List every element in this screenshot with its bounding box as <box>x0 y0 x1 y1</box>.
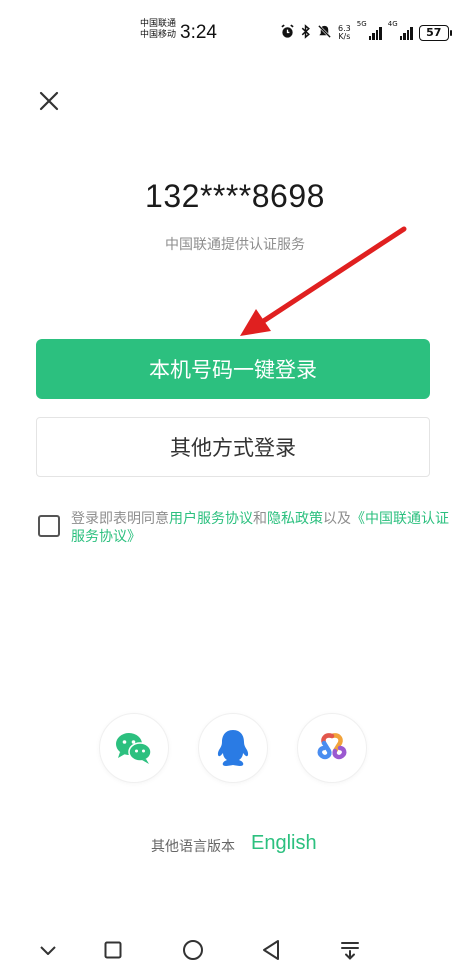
close-icon <box>39 91 59 111</box>
user-agreement-link[interactable]: 用户服务协议 <box>169 511 253 527</box>
qq-login-button[interactable] <box>199 714 267 782</box>
signal-4g: 4G <box>388 20 413 40</box>
agreement-checkbox[interactable] <box>38 515 60 537</box>
masked-phone-number: 132****8698 <box>145 178 325 214</box>
menu-down-icon <box>341 942 359 960</box>
alarm-icon <box>280 23 295 43</box>
mute-icon <box>317 24 332 43</box>
agreement-text: 登录即表明同意用户服务协议和隐私政策以及《中国联通认证服务协议》 <box>71 510 456 546</box>
carrier-1: 中国联通 <box>140 19 177 29</box>
status-icons: 6.3 K/s 5G 4G 57 <box>280 20 452 44</box>
agreement-prefix: 登录即表明同意 <box>71 511 169 527</box>
language-label: 其他语言版本 <box>151 839 235 855</box>
link-icon <box>317 733 347 760</box>
third-party-login-button[interactable] <box>298 714 366 782</box>
red-arrow-annotation <box>240 226 407 336</box>
carrier-2: 中国移动 <box>140 30 177 40</box>
agreement-and: 和 <box>253 511 267 527</box>
system-nav-bar <box>0 930 470 972</box>
agreement-and-also: 以及 <box>323 511 351 527</box>
wechat-icon <box>116 733 152 764</box>
qq-icon <box>217 730 249 766</box>
status-bar: 中国联通 中国移动 3:24 6.3 K/s 5G 4G 57 <box>0 0 470 52</box>
chevron-down-icon <box>40 946 56 955</box>
signal-4g-label: 4G <box>387 20 398 28</box>
nav-hide-button[interactable] <box>28 930 68 970</box>
battery-indicator: 57 <box>418 25 452 41</box>
privacy-policy-link[interactable]: 隐私政策 <box>267 511 323 527</box>
status-time: 3:24 <box>180 22 217 43</box>
bluetooth-icon <box>301 23 311 43</box>
wechat-login-button[interactable] <box>100 714 168 782</box>
english-language-link[interactable]: English <box>251 832 317 855</box>
circle-icon <box>183 940 203 960</box>
nav-back-button[interactable] <box>251 930 291 970</box>
close-button[interactable] <box>34 86 64 116</box>
provider-text: 中国联通提供认证服务 <box>165 237 305 253</box>
net-speed-unit: K/s <box>338 32 351 41</box>
net-speed: 6.3 K/s <box>338 25 351 41</box>
one-click-login-button[interactable]: 本机号码一键登录 <box>36 339 430 399</box>
other-login-methods-button[interactable]: 其他方式登录 <box>36 417 430 477</box>
square-icon <box>104 941 122 959</box>
nav-home-button[interactable] <box>173 930 213 970</box>
signal-5g-label: 5G <box>356 20 367 28</box>
nav-menu-button[interactable] <box>330 930 370 970</box>
carrier-names: 中国联通 中国移动 <box>140 19 176 41</box>
signal-5g: 5G <box>357 20 382 40</box>
back-triangle-icon <box>263 940 279 960</box>
nav-recents-button[interactable] <box>93 930 133 970</box>
